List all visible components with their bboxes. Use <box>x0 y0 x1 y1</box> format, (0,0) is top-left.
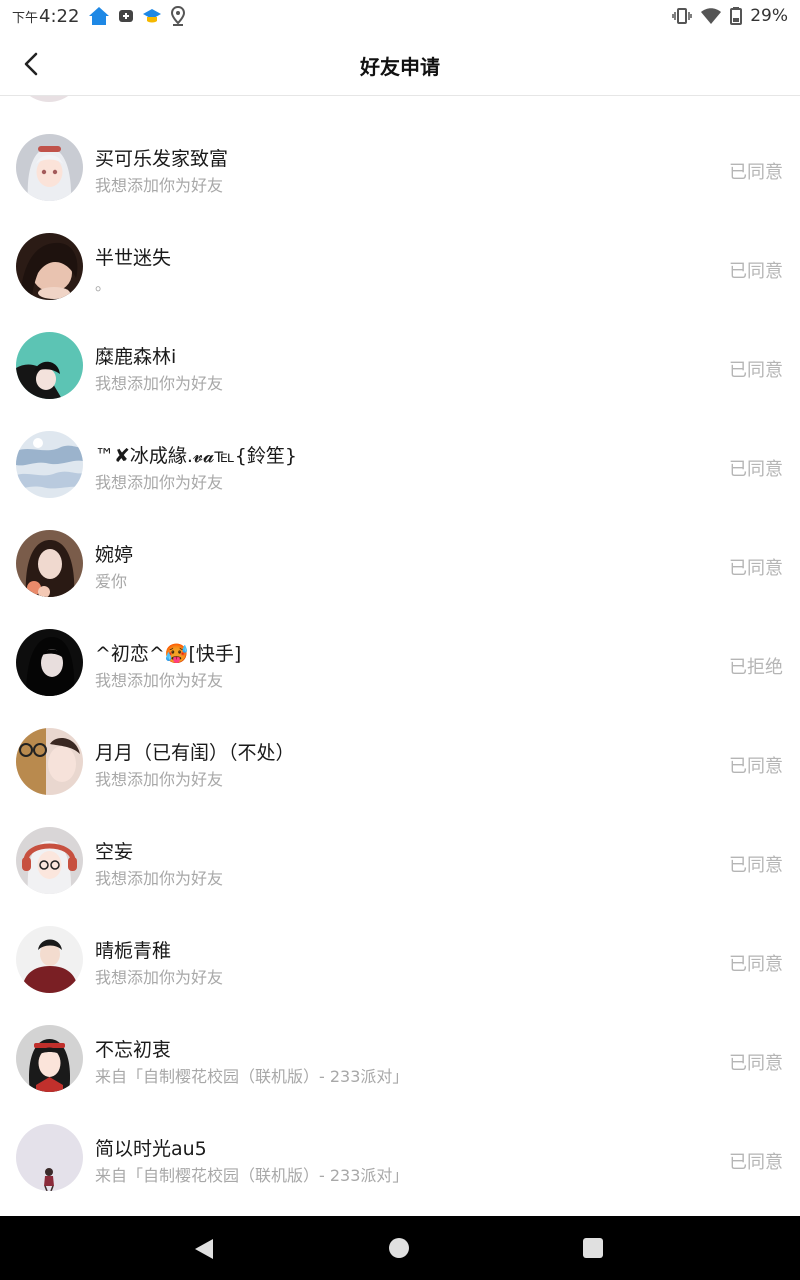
request-message: 我想添加你为好友 <box>95 671 224 690</box>
avatar[interactable] <box>16 96 82 102</box>
request-status: 已同意 <box>729 459 783 480</box>
friend-request-item[interactable]: 月月（已有闺）（不处） 我想添加你为好友 已同意 <box>0 728 800 827</box>
avatar[interactable] <box>16 926 83 993</box>
friend-request-item[interactable]: 婉婷 爱你 已同意 <box>0 530 800 629</box>
requester-name: 糜鹿森林i <box>95 346 177 368</box>
requester-name: 空妄 <box>95 841 134 863</box>
vibrate-icon <box>672 8 692 24</box>
friend-request-item[interactable]: 晴栀青稚 我想添加你为好友 已同意 <box>0 926 800 1025</box>
page-title: 好友申请 <box>360 55 440 79</box>
request-message: 来自「自制樱花校园（联机版）- 233派对」 <box>95 1166 409 1185</box>
avatar[interactable] <box>16 233 83 300</box>
avatar[interactable] <box>16 827 83 894</box>
battery-percent: 29% <box>750 6 788 26</box>
request-status: 已同意 <box>729 756 783 777</box>
friend-request-item[interactable]: 半世迷失 。 已同意 <box>0 233 800 332</box>
friend-request-item[interactable]: 不忘初衷 来自「自制樱花校园（联机版）- 233派对」 已同意 <box>0 1025 800 1124</box>
requester-name: 简以时光au5 <box>95 1138 207 1160</box>
request-message: 爱你 <box>95 572 128 591</box>
system-icons: 29% <box>672 6 788 26</box>
avatar[interactable] <box>16 134 83 201</box>
request-message: 我想添加你为好友 <box>95 968 224 987</box>
friend-request-item[interactable]: 空妄 我想添加你为好友 已同意 <box>0 827 800 926</box>
requester-name: 买可乐发家致富 <box>95 148 229 170</box>
request-message: 我想添加你为好友 <box>95 374 224 393</box>
avatar[interactable] <box>16 728 83 795</box>
avatar[interactable] <box>16 431 83 498</box>
request-status: 已同意 <box>729 954 783 975</box>
location-pin-icon <box>170 6 186 26</box>
status-time: 下午4:22 <box>12 6 80 27</box>
battery-icon <box>730 7 743 25</box>
avatar[interactable] <box>16 1124 83 1191</box>
nav-back-icon[interactable] <box>193 1238 215 1260</box>
friend-request-item[interactable]: 糜鹿森林i 我想添加你为好友 已同意 <box>0 332 800 431</box>
nav-home-icon[interactable] <box>389 1238 409 1258</box>
request-status: 已同意 <box>729 162 783 183</box>
request-status: 已同意 <box>729 1053 783 1074</box>
avatar[interactable] <box>16 332 83 399</box>
request-status: 已同意 <box>729 558 783 579</box>
requester-name: 半世迷失 <box>95 247 172 269</box>
avatar[interactable] <box>16 629 83 696</box>
status-bar: 下午4:22 29% <box>0 0 800 34</box>
graduation-cap-icon <box>143 9 161 23</box>
requester-name: ^初恋^🥵[快手] <box>95 643 242 665</box>
nav-recents-icon[interactable] <box>583 1238 603 1258</box>
request-message: 我想添加你为好友 <box>95 473 224 492</box>
friend-request-item[interactable]: 简以时光au5 来自「自制樱花校园（联机版）- 233派对」 已同意 <box>0 1124 800 1216</box>
request-status: 已同意 <box>729 261 783 282</box>
friend-request-item[interactable]: ™✘冰成緣.𝓿𝓪℡{鈴笙} 我想添加你为好友 已同意 <box>0 431 800 530</box>
requester-name: 婉婷 <box>95 544 134 566</box>
friend-request-list[interactable]: 买可乐发家致富 我想添加你为好友 已同意 半世迷失 。 已同意 糜鹿森林i 我想… <box>0 96 800 1216</box>
requester-name: 晴栀青稚 <box>95 940 172 962</box>
request-message: 。 <box>95 275 112 294</box>
request-message: 我想添加你为好友 <box>95 869 224 888</box>
wifi-icon <box>701 8 722 24</box>
request-message: 来自「自制樱花校园（联机版）- 233派对」 <box>95 1067 409 1086</box>
requester-name: ™✘冰成緣.𝓿𝓪℡{鈴笙} <box>95 445 297 467</box>
system-navigation-bar <box>0 1216 800 1280</box>
home-icon <box>89 7 109 25</box>
request-status: 已同意 <box>729 855 783 876</box>
friend-request-item[interactable]: 买可乐发家致富 我想添加你为好友 已同意 <box>0 134 800 233</box>
friend-request-item[interactable]: ^初恋^🥵[快手] 我想添加你为好友 已拒绝 <box>0 629 800 728</box>
avatar[interactable] <box>16 1025 83 1092</box>
requester-name: 不忘初衷 <box>95 1039 172 1061</box>
app-notification-icon <box>119 10 133 22</box>
request-status: 已同意 <box>729 1152 783 1173</box>
notification-icons <box>88 6 186 26</box>
request-status: 已拒绝 <box>729 657 783 678</box>
request-message: 我想添加你为好友 <box>95 770 224 789</box>
request-status: 已同意 <box>729 360 783 381</box>
request-message: 我想添加你为好友 <box>95 176 224 195</box>
app-header: 好友申请 <box>0 34 800 96</box>
avatar[interactable] <box>16 530 83 597</box>
requester-name: 月月（已有闺）（不处） <box>95 742 295 764</box>
